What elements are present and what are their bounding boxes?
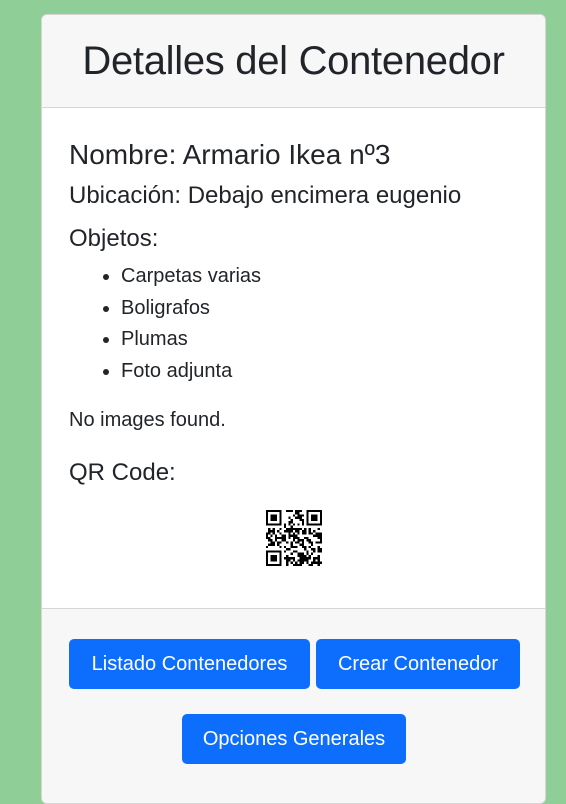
page-title: Detalles del Contenedor xyxy=(82,38,505,83)
container-location: Ubicación: Debajo encimera eugenio xyxy=(69,182,462,209)
create-container-button[interactable]: Crear Contenedor xyxy=(316,639,520,689)
card-header: Detalles del Contenedor xyxy=(42,15,545,108)
qr-heading: QR Code: xyxy=(69,459,176,486)
card-body: Nombre: Armario Ikea nº3 Ubicación: Deba… xyxy=(42,108,545,608)
container-name: Nombre: Armario Ikea nº3 xyxy=(69,139,391,170)
general-options-button[interactable]: Opciones Generales xyxy=(182,714,406,764)
list-item: Foto adjunta xyxy=(121,356,261,388)
card-footer: Listado Contenedores Crear Contenedor Op… xyxy=(42,608,545,803)
qr-code-icon xyxy=(266,510,322,566)
qr-code-image xyxy=(266,510,322,566)
objects-heading: Objetos: xyxy=(69,225,159,252)
list-item: Boligrafos xyxy=(121,293,261,325)
objects-list: Carpetas varias Boligrafos Plumas Foto a… xyxy=(69,261,261,387)
list-item: Plumas xyxy=(121,324,261,356)
list-item: Carpetas varias xyxy=(121,261,261,293)
container-details-card: Detalles del Contenedor Nombre: Armario … xyxy=(41,14,546,804)
list-containers-button[interactable]: Listado Contenedores xyxy=(69,639,310,689)
images-status: No images found. xyxy=(69,409,226,431)
